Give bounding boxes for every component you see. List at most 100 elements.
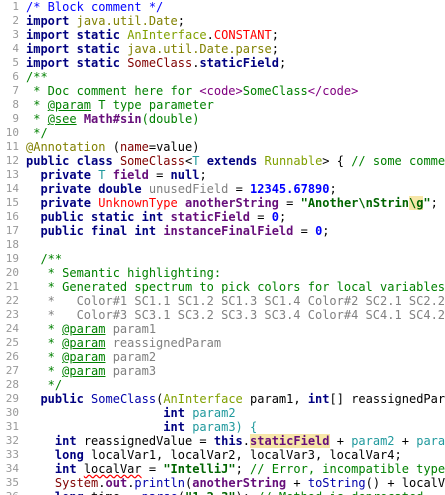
line-number: 8 bbox=[12, 98, 19, 111]
code-line[interactable]: 8 * @param T type parameter bbox=[0, 98, 445, 112]
code-line[interactable]: 24 * @param param1 bbox=[0, 322, 445, 336]
code-line[interactable]: 34 int localVar = "IntelliJ"; // Error, … bbox=[0, 462, 445, 476]
code-line[interactable]: 36 long time = parse("1.2.3"); // Method… bbox=[0, 490, 445, 495]
code-text[interactable]: import static java.util.Date.parse; bbox=[26, 42, 279, 56]
code-line[interactable]: 9 * @see Math#sin(double) bbox=[0, 112, 445, 126]
line-number: 11 bbox=[5, 140, 19, 153]
code-line[interactable]: 32 int reassignedValue = this.staticFiel… bbox=[0, 434, 445, 448]
code-line[interactable]: 21 * Generated spectrum to pick colors f… bbox=[0, 280, 445, 294]
line-number: 2 bbox=[12, 14, 19, 27]
code-line[interactable]: 23 * Color#3 SC3.1 SC3.2 SC3.3 SC3.4 Col… bbox=[0, 308, 445, 322]
code-line[interactable]: 28 */ bbox=[0, 378, 445, 392]
code-text[interactable]: * Generated spectrum to pick colors for … bbox=[26, 280, 445, 294]
line-number: 4 bbox=[12, 42, 19, 55]
code-line[interactable]: 26 * @param param2 bbox=[0, 350, 445, 364]
code-text[interactable]: * @param param2 bbox=[26, 350, 156, 364]
line-number: 7 bbox=[12, 84, 19, 97]
line-number: 23 bbox=[5, 308, 19, 321]
code-line[interactable]: 33 long localVar1, localVar2, localVar3,… bbox=[0, 448, 445, 462]
code-text[interactable]: private T field = null; bbox=[26, 168, 206, 182]
code-text[interactable]: import static SomeClass.staticField; bbox=[26, 56, 286, 70]
code-text[interactable]: long time = parse("1.2.3"); // Method is… bbox=[26, 490, 424, 495]
code-text[interactable]: * Semantic highlighting: bbox=[26, 266, 221, 280]
code-text[interactable]: public final int instanceFinalField = 0; bbox=[26, 224, 329, 238]
code-text[interactable]: long localVar1, localVar2, localVar3, lo… bbox=[26, 448, 402, 462]
code-text[interactable]: private UnknownType anotherString = "Ano… bbox=[26, 196, 438, 210]
line-number: 34 bbox=[5, 462, 19, 475]
code-line[interactable]: 27 * @param param3 bbox=[0, 364, 445, 378]
line-number: 1 bbox=[12, 0, 19, 13]
code-line[interactable]: 30 int param2 bbox=[0, 406, 445, 420]
code-line[interactable]: 3 import static AnInterface.CONSTANT; bbox=[0, 28, 445, 42]
code-text[interactable]: int param3) { bbox=[26, 420, 257, 434]
code-line[interactable]: 6 /** bbox=[0, 70, 445, 84]
code-text[interactable]: /** bbox=[26, 252, 62, 266]
code-text[interactable]: private double unusedField = 12345.67890… bbox=[26, 182, 336, 196]
line-number: 10 bbox=[5, 126, 19, 139]
code-line[interactable]: 29 public SomeClass(AnInterface param1, … bbox=[0, 392, 445, 406]
line-number: 25 bbox=[5, 336, 19, 349]
code-line[interactable]: 31 int param3) { bbox=[0, 420, 445, 434]
code-text[interactable]: * Color#1 SC1.1 SC1.2 SC1.3 SC1.4 Color#… bbox=[26, 294, 445, 308]
line-number: 24 bbox=[5, 322, 19, 335]
code-editor[interactable]: 1 /* Block comment */ 2 import java.util.Da… bbox=[0, 0, 445, 495]
code-line[interactable]: 7 * Doc comment here for <code>SomeClass… bbox=[0, 84, 445, 98]
line-number: 27 bbox=[5, 364, 19, 377]
code-text[interactable]: int param2 bbox=[26, 406, 235, 420]
code-text[interactable]: */ bbox=[26, 378, 62, 392]
code-line[interactable]: 14 private double unusedField = 12345.67… bbox=[0, 182, 445, 196]
code-line[interactable]: 15 private UnknownType anotherString = "… bbox=[0, 196, 445, 210]
code-line[interactable]: 5 import static SomeClass.staticField; bbox=[0, 56, 445, 70]
code-text[interactable]: @Annotation (name=value) bbox=[26, 140, 199, 154]
code-text[interactable]: /* Block comment */ bbox=[26, 0, 163, 14]
code-text[interactable]: * @param param3 bbox=[26, 364, 156, 378]
line-number: 15 bbox=[5, 196, 19, 209]
code-line[interactable]: 22 * Color#1 SC1.1 SC1.2 SC1.3 SC1.4 Col… bbox=[0, 294, 445, 308]
code-text[interactable]: * @param param1 bbox=[26, 322, 156, 336]
code-line[interactable]: 17 public final int instanceFinalField =… bbox=[0, 224, 445, 238]
code-text[interactable]: public static int staticField = 0; bbox=[26, 210, 286, 224]
line-number: 3 bbox=[12, 28, 19, 41]
code-line[interactable]: 10 */ bbox=[0, 126, 445, 140]
code-text[interactable]: public SomeClass(AnInterface param1, int… bbox=[26, 392, 445, 406]
code-text[interactable]: import java.util.Date; bbox=[26, 14, 185, 28]
line-number: 6 bbox=[12, 70, 19, 83]
code-line[interactable]: 13 private T field = null; bbox=[0, 168, 445, 182]
code-line[interactable]: 4 import static java.util.Date.parse; bbox=[0, 42, 445, 56]
code-line[interactable]: 16 public static int staticField = 0; bbox=[0, 210, 445, 224]
line-number: 12 bbox=[5, 154, 19, 167]
line-number: 9 bbox=[12, 112, 19, 125]
line-number: 16 bbox=[5, 210, 19, 223]
line-number: 28 bbox=[5, 378, 19, 391]
line-number: 19 bbox=[5, 252, 19, 265]
code-line[interactable]: 25 * @param reassignedParam bbox=[0, 336, 445, 350]
code-text[interactable]: /** bbox=[26, 70, 48, 84]
code-text[interactable]: */ bbox=[26, 126, 47, 140]
code-line[interactable]: 18 bbox=[0, 238, 445, 252]
code-text[interactable]: int localVar = "IntelliJ"; // Error, inc… bbox=[26, 462, 445, 476]
code-text[interactable]: System.out.println(anotherString + toStr… bbox=[26, 476, 445, 490]
line-number: 13 bbox=[5, 168, 19, 181]
code-text[interactable]: import static AnInterface.CONSTANT; bbox=[26, 28, 279, 42]
code-text[interactable]: int reassignedValue = this.staticField +… bbox=[26, 434, 445, 448]
line-number: 5 bbox=[12, 56, 19, 69]
code-line[interactable]: 1 /* Block comment */ bbox=[0, 0, 445, 14]
line-number: 36 bbox=[0, 490, 19, 495]
code-text[interactable]: * @see Math#sin(double) bbox=[26, 112, 199, 126]
code-line[interactable]: 11 @Annotation (name=value) bbox=[0, 140, 445, 154]
line-number: 29 bbox=[5, 392, 19, 405]
code-text[interactable]: public class SomeClass<T extends Runnabl… bbox=[26, 154, 445, 168]
code-line[interactable]: 2 import java.util.Date; bbox=[0, 14, 445, 28]
line-number: 17 bbox=[5, 224, 19, 237]
code-text[interactable]: * @param T type parameter bbox=[26, 98, 214, 112]
code-line[interactable]: 19 /** bbox=[0, 252, 445, 266]
code-line[interactable]: 12 public class SomeClass<T extends Runna… bbox=[0, 154, 445, 168]
line-number: 14 bbox=[5, 182, 19, 195]
code-line[interactable]: 20 * Semantic highlighting: bbox=[0, 266, 445, 280]
code-text[interactable]: * Doc comment here for <code>SomeClass</… bbox=[26, 84, 358, 98]
line-number: 21 bbox=[5, 280, 19, 293]
code-line[interactable]: 35 System.out.println(anotherString + to… bbox=[0, 476, 445, 490]
line-number: 31 bbox=[5, 420, 19, 433]
code-text[interactable]: * Color#3 SC3.1 SC3.2 SC3.3 SC3.4 Color#… bbox=[26, 308, 445, 322]
code-text[interactable]: * @param reassignedParam bbox=[26, 336, 221, 350]
